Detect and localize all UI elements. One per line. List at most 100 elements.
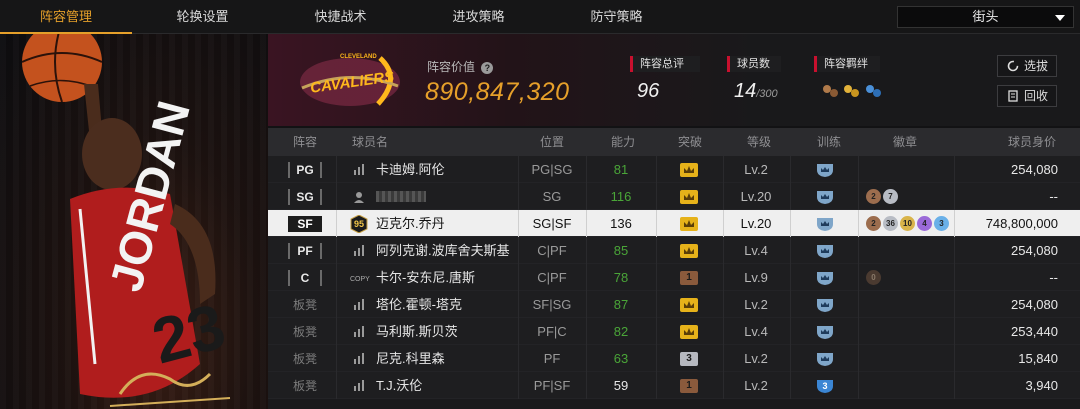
document-icon xyxy=(1008,90,1018,102)
player-value: 748,800,000 xyxy=(985,216,1058,231)
col-badges: 徽章 xyxy=(893,135,918,149)
player-ability: 87 xyxy=(613,297,629,312)
training-shield-icon[interactable] xyxy=(815,189,835,205)
player-position: PF xyxy=(543,351,561,366)
column-divider xyxy=(858,264,859,291)
badge-chip[interactable]: 0 xyxy=(866,270,881,285)
training-shield-icon[interactable] xyxy=(815,162,835,178)
crown-icon xyxy=(680,244,698,258)
player-name[interactable]: 尼克.科里森 xyxy=(376,345,445,372)
column-divider xyxy=(790,318,791,345)
table-row[interactable]: C COPY 卡尔-安东尼.唐斯 C|PF 78 1 Lv.9 0 -- xyxy=(268,264,1080,291)
slot-label: C xyxy=(288,270,322,286)
column-divider xyxy=(858,210,859,237)
column-divider xyxy=(723,318,724,345)
training-shield-icon[interactable] xyxy=(815,216,835,232)
column-divider xyxy=(723,345,724,372)
badge-chip[interactable]: 3 xyxy=(934,216,949,231)
badge-chip[interactable]: 4 xyxy=(917,216,932,231)
table-row[interactable]: 板凳 尼克.科里森 PF 63 3 Lv.2 15,840 xyxy=(268,345,1080,372)
player-name[interactable]: 迈克尔.乔丹 xyxy=(376,210,445,237)
badge-chip[interactable]: 2 xyxy=(866,216,881,231)
training-shield-icon[interactable] xyxy=(815,243,835,259)
player-level: Lv.4 xyxy=(744,324,768,339)
player-name[interactable]: T.J.沃伦 xyxy=(376,372,422,399)
slot-label: 板凳 xyxy=(292,325,317,339)
scout-button[interactable]: 选拔 xyxy=(997,55,1057,77)
player-hero-image: JORDAN 23 xyxy=(0,34,268,409)
stats-icon xyxy=(352,298,366,312)
crown-icon xyxy=(680,325,698,339)
help-icon[interactable]: ? xyxy=(481,62,494,74)
player-level: Lv.20 xyxy=(740,216,772,231)
training-shield-icon[interactable] xyxy=(815,270,835,286)
player-position: SG|SF xyxy=(532,216,572,231)
player-ability: 81 xyxy=(613,162,629,177)
slot-label: 板凳 xyxy=(292,352,317,366)
player-value: -- xyxy=(1049,270,1058,285)
player-name[interactable]: 卡迪姆.阿伦 xyxy=(376,156,445,183)
column-divider xyxy=(656,372,657,399)
col-breakthrough: 突破 xyxy=(678,135,703,149)
tab-offense-strategy[interactable]: 进攻策略 xyxy=(416,0,541,34)
col-training: 训练 xyxy=(817,135,842,149)
column-divider xyxy=(723,183,724,210)
column-divider xyxy=(656,237,657,264)
column-divider xyxy=(723,210,724,237)
training-shield-icon[interactable] xyxy=(815,324,835,340)
player-name[interactable]: 卡尔-安东尼.唐斯 xyxy=(376,264,475,291)
tab-rotation-settings[interactable]: 轮换设置 xyxy=(140,0,265,34)
bond-icons[interactable] xyxy=(821,81,891,101)
column-divider xyxy=(858,156,859,183)
top-nav-bar: 阵容管理 轮换设置 快捷战术 进攻策略 防守策略 街头 xyxy=(0,0,1080,34)
roster-table-header: 阵容 球员名 位置 能力 突破 等级 训练 徽章 球员身价 xyxy=(268,128,1080,156)
column-divider xyxy=(790,372,791,399)
column-divider xyxy=(858,183,859,210)
table-row[interactable]: PF 阿列克谢.波库舍夫斯基 C|PF 85 Lv.4 254,080 xyxy=(268,237,1080,264)
column-divider xyxy=(656,210,657,237)
column-divider xyxy=(336,156,337,183)
table-row[interactable]: SG SG 116 Lv.20 2 7 -- xyxy=(268,183,1080,210)
player-name[interactable]: 阿列克谢.波库舍夫斯基 xyxy=(376,237,510,264)
tab-defense-strategy[interactable]: 防守策略 xyxy=(554,0,679,34)
col-ability: 能力 xyxy=(611,135,636,149)
badge-chip[interactable]: 10 xyxy=(900,216,915,231)
training-shield-icon[interactable] xyxy=(815,297,835,313)
player-ability: 85 xyxy=(613,243,629,258)
col-value: 球员身价 xyxy=(1008,135,1057,149)
badge-chip[interactable]: 2 xyxy=(866,189,881,204)
tab-quick-tactics[interactable]: 快捷战术 xyxy=(278,0,403,34)
person-icon xyxy=(352,190,366,204)
table-row[interactable]: 板凳 马利斯.斯贝茨 PF|C 82 Lv.4 253,440 xyxy=(268,318,1080,345)
player-name[interactable]: 塔伦.霍顿-塔克 xyxy=(376,291,462,318)
table-row[interactable]: PG 卡迪姆.阿伦 PG|SG 81 Lv.2 254,080 xyxy=(268,156,1080,183)
column-divider xyxy=(656,156,657,183)
column-divider xyxy=(858,237,859,264)
slot-label: PG xyxy=(288,162,322,178)
badge-chip[interactable]: 7 xyxy=(883,189,898,204)
table-row[interactable]: 板凳 塔伦.霍顿-塔克 SF|SG 87 Lv.2 254,080 xyxy=(268,291,1080,318)
table-row[interactable]: SF 95 迈克尔.乔丹 SG|SF 136 Lv.20 2 36 10 4 3 748,800,00… xyxy=(268,210,1080,237)
slot-label: 板凳 xyxy=(292,379,317,393)
table-row[interactable]: 板凳 T.J.沃伦 PF|SF 59 1 Lv.2 3 3,940 xyxy=(268,372,1080,399)
player-name[interactable]: 马利斯.斯贝茨 xyxy=(376,318,458,345)
column-divider xyxy=(790,264,791,291)
column-divider xyxy=(790,345,791,372)
stats-icon xyxy=(352,163,366,177)
player-ability: 116 xyxy=(610,189,632,204)
training-shield-icon[interactable]: 3 xyxy=(815,378,835,394)
tab-lineup-management[interactable]: 阵容管理 xyxy=(0,0,132,34)
player-value: 253,440 xyxy=(1011,324,1058,339)
column-divider xyxy=(858,318,859,345)
column-divider xyxy=(336,372,337,399)
player-level: Lv.4 xyxy=(744,243,768,258)
mode-dropdown[interactable]: 街头 xyxy=(897,6,1074,28)
team-logo-subtitle: CLEVELAND xyxy=(340,54,377,60)
recycle-button[interactable]: 回收 xyxy=(997,85,1057,107)
player-ability: 82 xyxy=(613,324,629,339)
chevron-down-icon xyxy=(1055,15,1065,21)
badge-chip[interactable]: 36 xyxy=(883,216,898,231)
col-name: 球员名 xyxy=(352,135,389,149)
column-divider xyxy=(336,210,337,237)
training-shield-icon[interactable] xyxy=(815,351,835,367)
